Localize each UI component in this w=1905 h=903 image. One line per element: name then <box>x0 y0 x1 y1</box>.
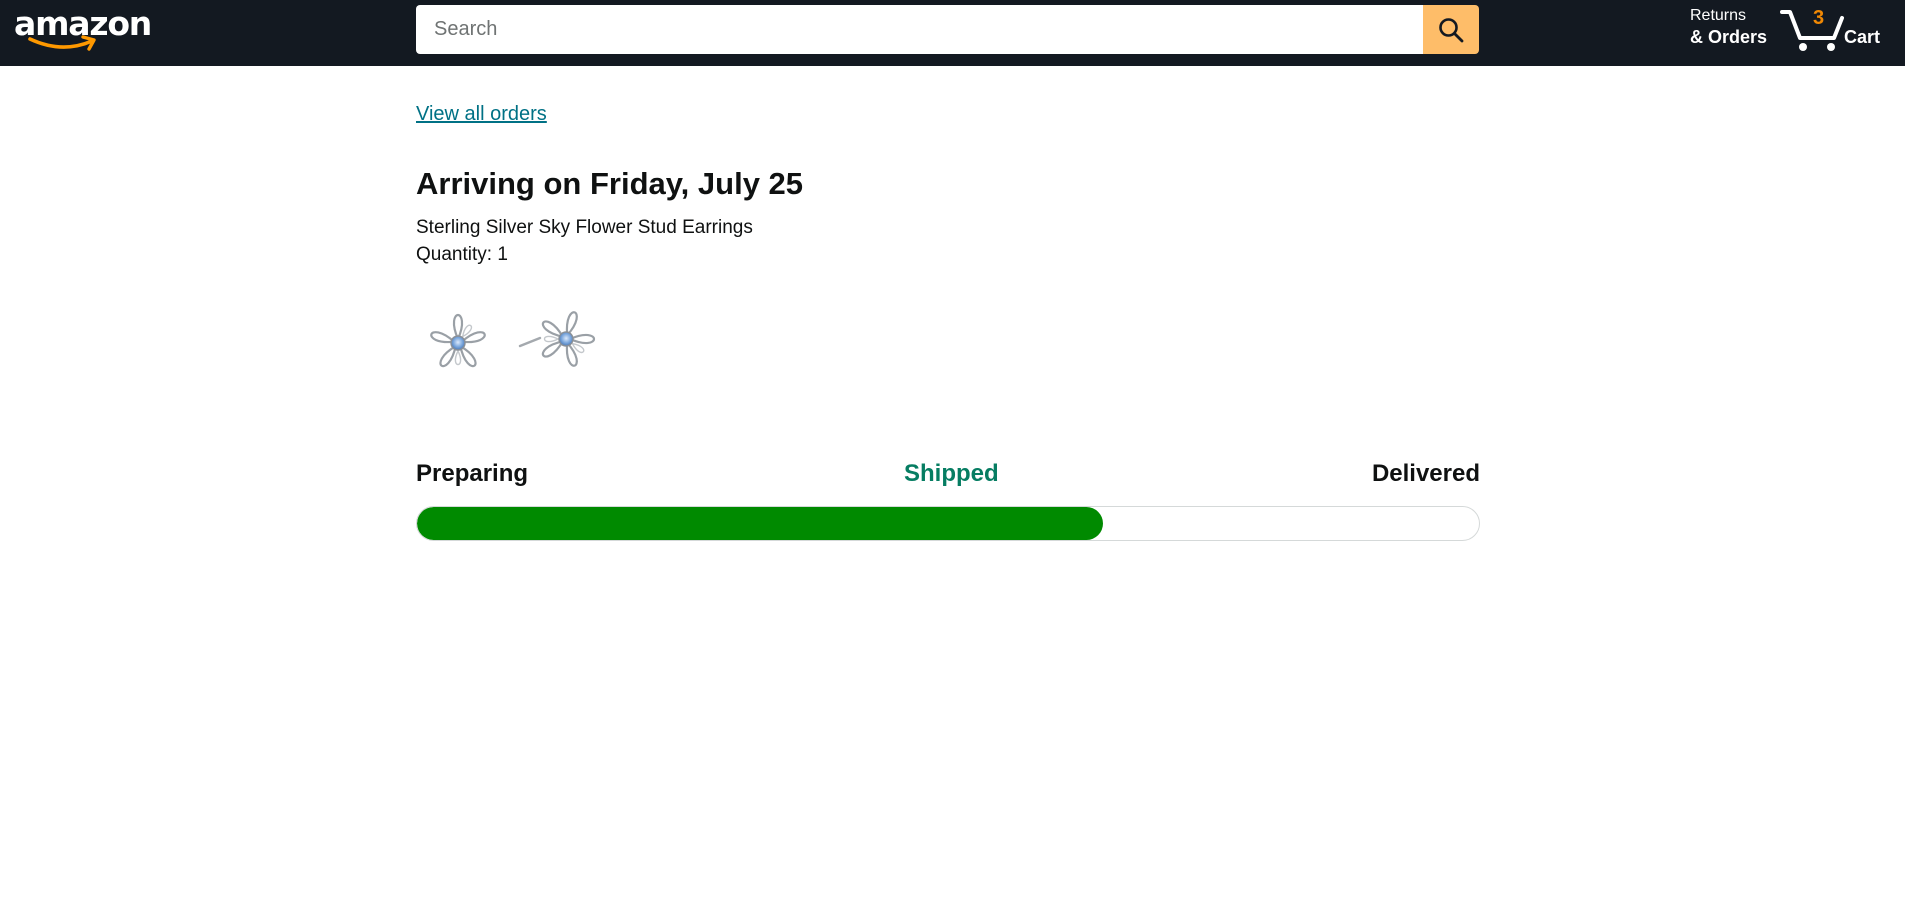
smile-arrow-icon <box>28 35 96 51</box>
shipment-progress-bar <box>416 506 1480 541</box>
shipment-progress-fill <box>417 507 1104 540</box>
product-quantity: Quantity: 1 <box>416 243 508 267</box>
returns-label: Returns <box>1690 7 1747 24</box>
step-preparing: Preparing <box>416 460 529 487</box>
step-shipped: Shipped <box>904 460 999 487</box>
top-nav-bar: amazon Returns & Orders 3 Cart <box>0 0 1905 66</box>
cart-count-badge: 3 <box>1813 7 1825 29</box>
cart-label: Cart <box>1844 27 1881 47</box>
returns-and-orders-link[interactable]: Returns & Orders <box>1690 6 1767 48</box>
cart-button[interactable]: 3 Cart <box>1780 2 1890 52</box>
search-bar <box>416 5 1479 54</box>
flower-stud-earrings-image <box>430 311 596 368</box>
product-name: Sterling Silver Sky Flower Stud Earrings <box>416 217 753 238</box>
step-delivered: Delivered <box>1371 460 1480 487</box>
amazon-logo[interactable]: amazon <box>14 4 152 51</box>
search-icon <box>1439 17 1464 42</box>
arrival-date-heading: Arriving on Friday, July 25 <box>416 166 804 201</box>
search-button[interactable] <box>1423 5 1479 54</box>
search-input[interactable] <box>416 5 1424 54</box>
quantity-value: 1 <box>497 244 508 265</box>
orders-label: & Orders <box>1690 27 1768 47</box>
quantity-label: Quantity: <box>416 244 493 265</box>
product-image[interactable] <box>416 298 610 392</box>
view-all-orders-link[interactable]: View all orders <box>416 103 547 126</box>
